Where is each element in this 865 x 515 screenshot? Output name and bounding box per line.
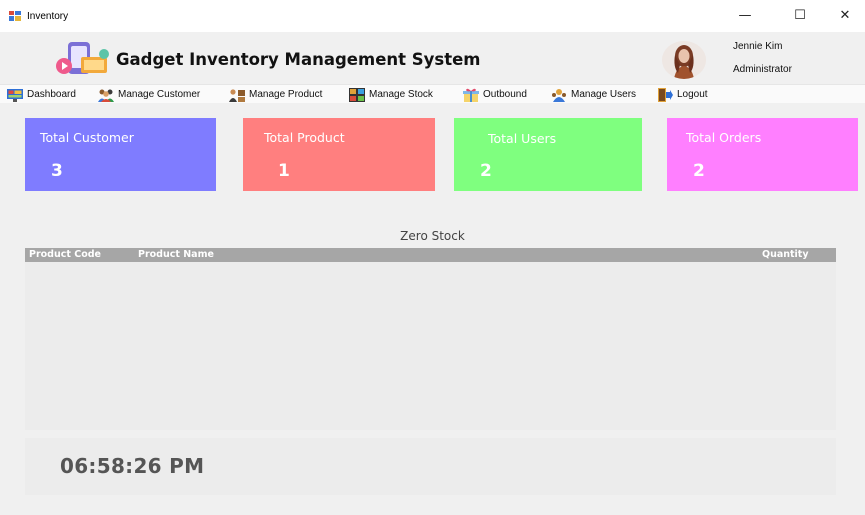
close-button[interactable]: ✕ (830, 6, 860, 26)
stat-title: Total Users (488, 131, 557, 146)
stat-title: Total Product (264, 130, 345, 145)
user-role: Administrator (733, 64, 792, 75)
avatar (662, 41, 706, 79)
title-bar[interactable]: Inventory — ☐ ✕ (0, 0, 865, 32)
app-name: Gadget Inventory Management System (116, 50, 481, 69)
stat-value: 1 (278, 161, 290, 181)
window-title: Inventory (27, 11, 69, 22)
user-name: Jennie Kim (733, 41, 783, 52)
menu-label: Manage Product (249, 89, 323, 100)
menu-item-manage-stock[interactable]: Manage Stock (349, 85, 433, 104)
stat-card-total-product: Total Product 1 (243, 118, 435, 191)
menu-item-dashboard[interactable]: Dashboard (7, 85, 76, 104)
clock-display: 06:58:26 PM (60, 454, 205, 478)
stat-title: Total Orders (686, 130, 762, 145)
menu-label: Logout (677, 89, 708, 100)
products-icon (229, 88, 245, 102)
grid-header: Product Code Product Name Quantity (25, 248, 836, 262)
minimize-button[interactable]: — (730, 6, 760, 26)
menu-label: Outbound (483, 89, 527, 100)
menu-item-manage-product[interactable]: Manage Product (229, 85, 322, 104)
customers-icon (98, 89, 114, 102)
stat-title: Total Customer (40, 130, 134, 145)
stat-card-total-orders: Total Orders 2 (667, 118, 858, 191)
maximize-button[interactable]: ☐ (785, 6, 815, 26)
menu-label: Manage Stock (369, 89, 433, 100)
menu-item-outbound[interactable]: Outbound (463, 85, 527, 104)
clock-panel: 06:58:26 PM (25, 438, 836, 495)
users-icon (552, 88, 566, 102)
main-window: Inventory — ☐ ✕ Gadget Inventory Managem… (0, 0, 865, 515)
gadget-logo-icon (56, 42, 109, 74)
app-icon (9, 11, 21, 21)
menu-bar: Dashboard Manage Customer Manage Product (0, 84, 865, 103)
menu-item-manage-users[interactable]: Manage Users (551, 85, 636, 104)
stock-icon (349, 87, 365, 102)
stat-card-total-customer: Total Customer 3 (25, 118, 216, 191)
stat-value: 2 (480, 161, 492, 181)
stat-value: 2 (693, 161, 705, 181)
stat-card-total-users: Total Users 2 (454, 118, 642, 191)
menu-label: Manage Customer (118, 89, 201, 100)
zero-stock-title: Zero Stock (400, 229, 465, 243)
menu-item-manage-customer[interactable]: Manage Customer (98, 85, 200, 104)
column-header-product-name[interactable]: Product Name (138, 249, 214, 260)
menu-item-logout[interactable]: Logout (657, 85, 708, 104)
column-header-quantity[interactable]: Quantity (762, 249, 809, 260)
exit-door-icon (658, 87, 673, 102)
column-header-product-code[interactable]: Product Code (29, 249, 101, 260)
menu-label: Dashboard (27, 89, 76, 100)
menu-label: Manage Users (571, 89, 637, 100)
zero-stock-grid[interactable]: Product Code Product Name Quantity (25, 248, 836, 430)
stat-value: 3 (51, 161, 63, 181)
monitor-icon (7, 88, 23, 102)
gift-box-icon (463, 88, 479, 102)
